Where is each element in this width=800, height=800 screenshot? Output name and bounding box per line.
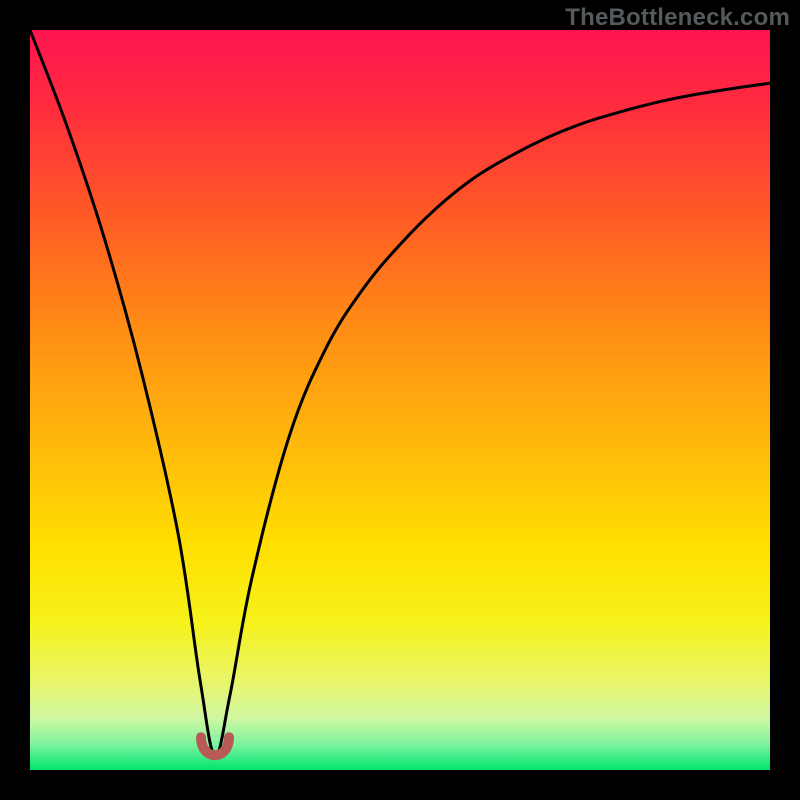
chart-svg: [30, 30, 770, 770]
outer-frame: TheBottleneck.com: [0, 0, 800, 800]
watermark-text: TheBottleneck.com: [565, 4, 790, 32]
plot-area: [30, 30, 770, 770]
gradient-background: [30, 30, 770, 770]
